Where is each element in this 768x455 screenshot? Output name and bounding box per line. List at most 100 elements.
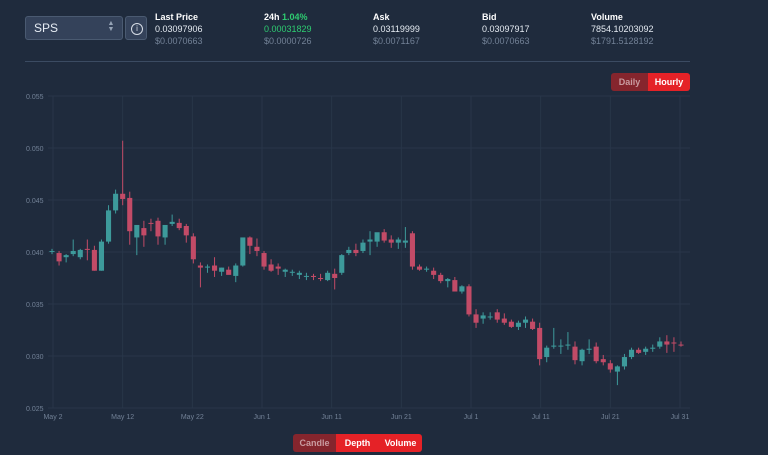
candle-body <box>374 232 380 242</box>
candle-body <box>247 237 253 246</box>
x-tick-label: Jul 1 <box>464 414 479 421</box>
y-axis: 0.025 0.030 0.035 0.040 0.045 0.050 0.055 <box>26 94 44 413</box>
x-tick-label: May 2 <box>43 414 62 421</box>
candle-body <box>162 224 168 238</box>
x-tick-label: Jul 11 <box>532 414 550 421</box>
candle-body <box>593 346 599 362</box>
bid-usd: $0.0070663 <box>482 36 530 46</box>
candle-body <box>565 344 571 346</box>
candle-body <box>395 239 401 243</box>
candle-body <box>91 249 97 271</box>
candle-body <box>537 327 543 360</box>
candle-body <box>586 348 592 350</box>
candle-body <box>402 240 408 243</box>
candle-body <box>360 242 366 251</box>
candle-body <box>289 271 295 273</box>
x-tick-label: Jun 11 <box>321 414 342 421</box>
y-tick-label: 0.050 <box>26 146 44 153</box>
candle-body <box>459 286 465 292</box>
y-tick-label: 0.040 <box>26 250 44 257</box>
candle-body <box>607 363 613 370</box>
candle-body <box>579 349 585 362</box>
candle-body <box>431 270 437 275</box>
x-tick-label: Jul 31 <box>671 414 690 421</box>
candle-body <box>197 265 203 268</box>
candle-body <box>98 241 105 271</box>
candle-button[interactable]: Candle <box>293 434 336 452</box>
candle-body <box>49 250 55 252</box>
info-icon: i <box>131 23 143 35</box>
candle-body <box>148 222 154 224</box>
candle-body <box>325 272 331 281</box>
candles <box>49 140 684 386</box>
candle-body <box>261 253 267 267</box>
candle-body <box>70 250 76 255</box>
last-price-label: Last Price <box>155 12 199 22</box>
candle-body <box>268 264 274 271</box>
candle-body <box>141 228 147 236</box>
candle-body <box>183 226 189 236</box>
y-tick-label: 0.025 <box>26 406 44 413</box>
candle-body <box>310 275 317 277</box>
info-button[interactable]: i <box>125 16 147 40</box>
candle-body <box>63 255 69 258</box>
candle-body <box>508 321 514 327</box>
candle-body <box>544 347 550 358</box>
candle-body <box>600 359 606 363</box>
volume-label: Volume <box>591 12 623 22</box>
change-24h-label: 24h <box>264 12 280 22</box>
candle-body <box>212 265 218 271</box>
candle-body <box>515 322 521 327</box>
candle-body <box>296 272 302 275</box>
candle-body <box>487 316 493 318</box>
candle-body <box>318 278 324 280</box>
y-tick-label: 0.030 <box>26 354 44 361</box>
up-down-chevron-icon: ▲ ▼ <box>107 20 115 33</box>
candle-body <box>134 224 140 238</box>
candle-body <box>77 249 83 258</box>
candle-body <box>551 345 557 347</box>
header-divider <box>25 61 690 62</box>
candle-body <box>388 239 394 243</box>
bid-label: Bid <box>482 12 497 22</box>
candle-body <box>120 193 126 199</box>
stat-last-price: Last Price 0.03097906 $0.0070663 <box>155 12 203 47</box>
ask-value: 0.03119999 <box>373 24 420 34</box>
candle-body <box>84 248 90 250</box>
bid-value: 0.03097917 <box>482 24 530 34</box>
x-tick-label: Jul 21 <box>601 414 620 421</box>
ask-usd: $0.0071167 <box>373 36 420 46</box>
y-tick-label: 0.035 <box>26 302 44 309</box>
candle-body <box>169 221 175 224</box>
candle-body <box>303 275 309 277</box>
token-select[interactable]: SPS ▲ ▼ <box>25 16 123 40</box>
ask-label: Ask <box>373 12 390 22</box>
candle-body <box>494 312 500 320</box>
candle-body <box>628 349 635 358</box>
candle-body <box>226 269 232 275</box>
stat-ask: Ask 0.03119999 $0.0071167 <box>373 12 420 47</box>
candle-body <box>424 268 430 270</box>
candle-body <box>332 273 338 278</box>
x-axis: May 2 May 12 May 22 Jun 1 Jun 11 Jun 21 Jul 1 J… <box>43 414 689 421</box>
candle-body <box>643 348 649 352</box>
candle-body <box>501 318 507 323</box>
candle-body <box>219 267 225 272</box>
candle-body <box>650 347 656 349</box>
view-toggle: Candle Depth Volume <box>293 434 422 452</box>
candle-body <box>671 342 677 344</box>
volume-button[interactable]: Volume <box>379 434 422 452</box>
candle-body <box>452 280 458 292</box>
candle-body <box>113 193 119 211</box>
depth-button[interactable]: Depth <box>336 434 379 452</box>
price-chart[interactable]: 0.025 0.030 0.035 0.040 0.045 0.050 0.055 May … <box>0 88 768 428</box>
candle-body <box>56 253 62 262</box>
last-price-value: 0.03097906 <box>155 24 203 34</box>
candle-body <box>473 314 479 323</box>
candle-body <box>572 346 578 361</box>
candle-body <box>530 321 536 329</box>
candle-body <box>466 286 472 315</box>
candle-body <box>367 239 373 242</box>
candle-body <box>339 255 345 273</box>
volume-usd: $1791.5128192 <box>591 36 654 46</box>
